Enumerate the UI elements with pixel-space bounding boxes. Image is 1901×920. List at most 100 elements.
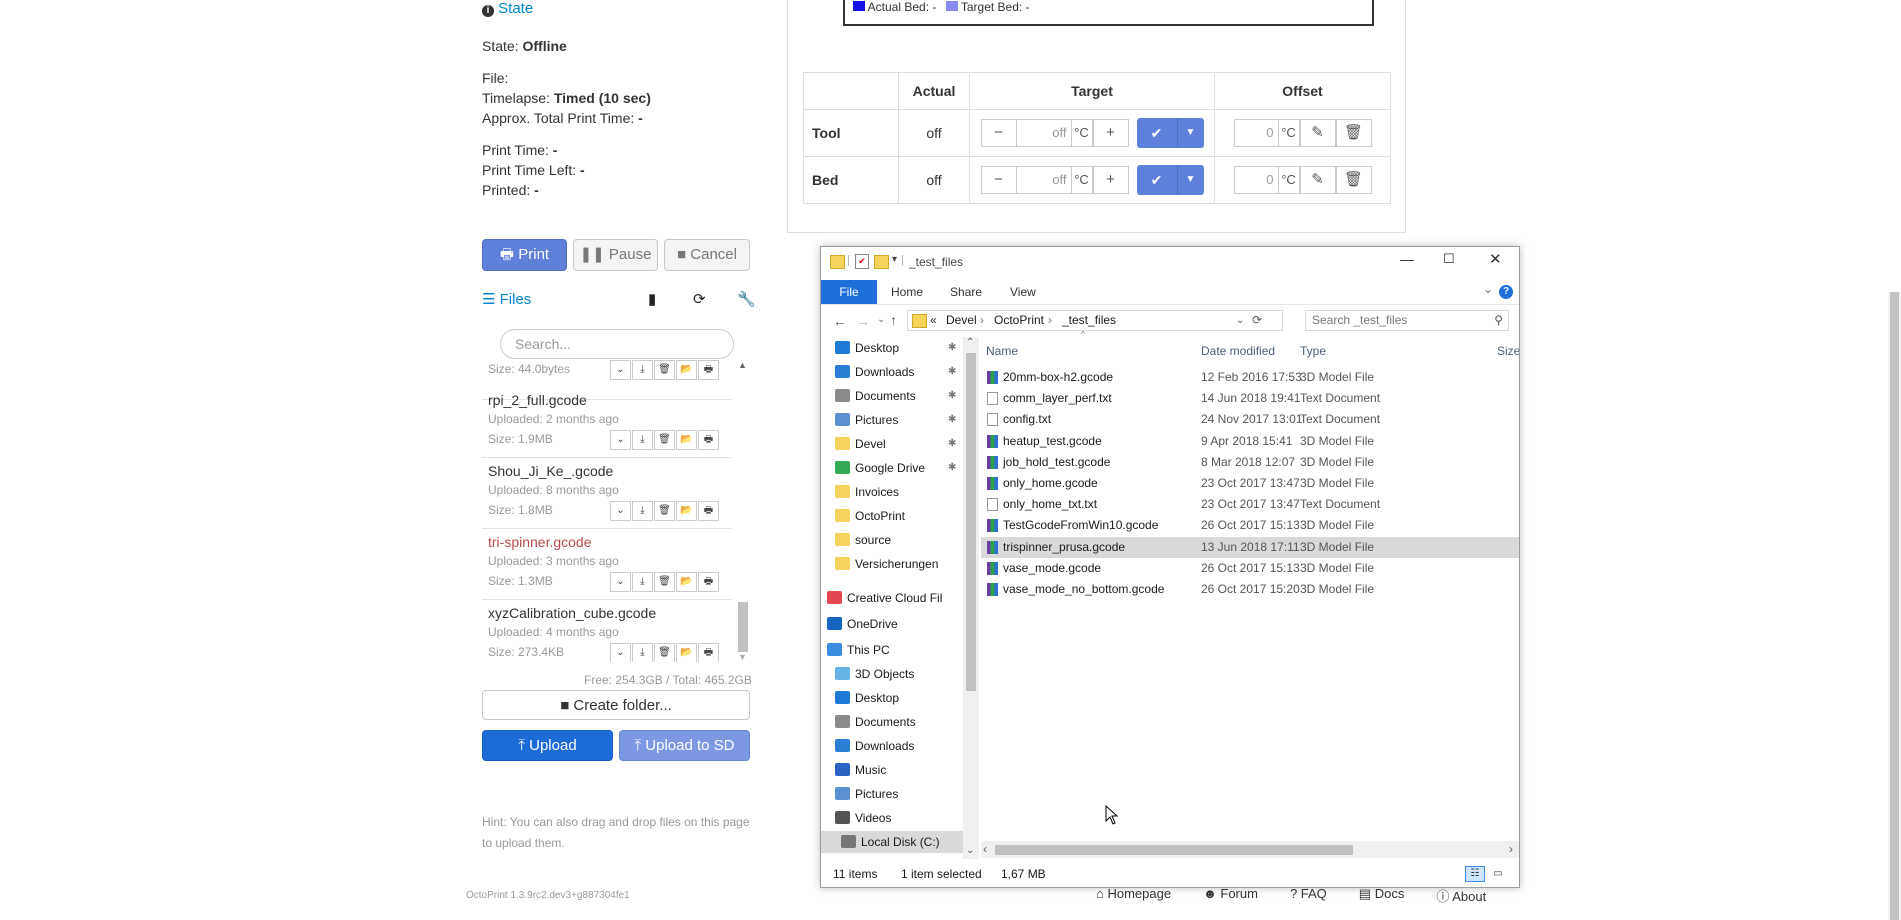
back-arrow-icon[interactable]: ← <box>833 313 847 329</box>
chevron-down-icon[interactable]: ⌄ <box>610 572 631 592</box>
tab-file[interactable]: File <box>821 280 877 304</box>
file-row[interactable]: 20mm-box-h2.gcode 12 Feb 2016 17:53 3D Mod… <box>981 367 1519 388</box>
scroll-thumb[interactable] <box>995 845 1353 855</box>
print-icon[interactable]: 🖶 <box>698 430 719 450</box>
new-folder-icon[interactable] <box>874 255 889 269</box>
download-icon[interactable]: ⤓ <box>632 643 653 662</box>
chevron-down-icon[interactable]: ⌄ <box>610 430 631 450</box>
scroll-left-icon[interactable]: ‹ <box>983 842 987 856</box>
file-row[interactable]: trispinner_prusa.gcode 13 Jun 2018 17:11 3… <box>981 536 1519 558</box>
folder-open-icon[interactable]: 📂 <box>676 501 697 521</box>
trash-icon[interactable]: 🗑 <box>1335 119 1372 147</box>
folder-open-icon[interactable]: 📂 <box>676 360 697 380</box>
tab-share[interactable]: Share <box>950 280 982 304</box>
files-accordion-toggle[interactable]: ☰ Files <box>482 290 531 308</box>
file-row[interactable]: job_hold_test.gcode 8 Mar 2018 12:07 3D Mo… <box>981 452 1519 473</box>
download-icon[interactable]: ⤓ <box>632 430 653 450</box>
details-view-icon[interactable]: ☷ <box>1465 866 1485 882</box>
nav-item-desktop[interactable]: Desktop ✱ <box>821 337 963 359</box>
column-name[interactable]: Name <box>986 337 1018 365</box>
file-row[interactable]: vase_mode.gcode 26 Oct 2017 15:13 3D Model… <box>981 558 1519 579</box>
nav-item-downloads[interactable]: Downloads ✱ <box>821 361 963 383</box>
scroll-thumb[interactable] <box>1890 292 1899 920</box>
nav-item-google-drive[interactable]: Google Drive ✱ <box>821 457 963 479</box>
quick-access-dropdown-icon[interactable]: ▾ <box>892 254 897 265</box>
nav-item-pictures[interactable]: Pictures <box>821 783 963 805</box>
chevron-down-icon[interactable]: ⌄ <box>610 501 631 521</box>
bed-offset-input[interactable]: 0 <box>1233 166 1278 194</box>
cancel-button[interactable]: ■ Cancel <box>664 239 750 271</box>
recent-locations-icon[interactable]: ⌄ <box>877 314 885 325</box>
trash-icon[interactable]: 🗑 <box>654 501 675 521</box>
download-icon[interactable]: ⤓ <box>632 501 653 521</box>
nav-item-documents[interactable]: Documents <box>821 711 963 733</box>
chevron-down-icon[interactable]: ⌄ <box>610 360 631 380</box>
page-scrollbar[interactable] <box>1888 292 1901 920</box>
nav-item-3d-objects[interactable]: 3D Objects <box>821 663 963 685</box>
tab-view[interactable]: View <box>1010 280 1036 304</box>
footer-homepage[interactable]: ⌂ Homepage <box>1096 886 1187 905</box>
print-button[interactable]: 🖶 Print <box>482 239 567 271</box>
print-icon[interactable]: 🖶 <box>698 501 719 521</box>
file-list-scrollbar[interactable]: ▲ ▼ <box>738 358 748 662</box>
file-row[interactable]: comm_layer_perf.txt 14 Jun 2018 19:41 Text… <box>981 388 1519 409</box>
nav-item-source[interactable]: source <box>821 529 963 551</box>
scroll-thumb[interactable] <box>738 602 748 652</box>
plus-icon[interactable]: + <box>1092 166 1129 194</box>
print-icon[interactable]: 🖶 <box>698 572 719 592</box>
file-row[interactable]: heatup_test.gcode 9 Apr 2018 15:41 3D Mode… <box>981 431 1519 452</box>
footer-forum[interactable]: ☻ Forum <box>1203 886 1274 905</box>
column-type[interactable]: Type <box>1300 337 1326 365</box>
scroll-down-icon[interactable]: ▼ <box>738 652 747 662</box>
forward-arrow-icon[interactable]: → <box>856 313 870 329</box>
minus-icon[interactable]: − <box>980 166 1017 194</box>
scroll-thumb[interactable] <box>966 353 976 691</box>
nav-item-devel[interactable]: Devel ✱ <box>821 433 963 455</box>
print-icon[interactable]: 🖶 <box>698 643 719 662</box>
nav-item-desktop[interactable]: Desktop <box>821 687 963 709</box>
navigation-pane-scrollbar[interactable]: ⌃ ⌄ <box>963 337 979 859</box>
ribbon-expand-icon[interactable]: ⌄ <box>1483 282 1493 296</box>
files-search-input[interactable]: Search... <box>500 329 734 359</box>
file-explorer-window[interactable]: | ✔ ▾ | _test_files — ☐ ✕ File Home Shar… <box>820 246 1520 888</box>
list-item[interactable]: Shou_Ji_Ke_.gcode Uploaded: 8 months ago… <box>482 457 732 529</box>
new-file-icon[interactable]: ▮ <box>648 290 656 308</box>
nav-item-versicherungen[interactable]: Versicherungen <box>821 553 963 575</box>
help-icon[interactable]: ? <box>1499 285 1513 299</box>
properties-icon[interactable]: ✔ <box>855 254 869 269</box>
nav-item-music[interactable]: Music <box>821 759 963 781</box>
nav-item-local-disk-c[interactable]: Local Disk (C:) <box>821 831 963 853</box>
tool-target-input[interactable]: off <box>1016 119 1071 147</box>
file-list-horizontal-scrollbar[interactable]: ‹ › <box>981 841 1519 858</box>
pencil-icon[interactable]: ✎ <box>1299 166 1336 194</box>
minus-icon[interactable]: − <box>980 119 1017 147</box>
scroll-up-icon[interactable]: ▲ <box>738 360 747 370</box>
breadcrumb-devel[interactable]: Devel <box>946 311 977 330</box>
scroll-right-icon[interactable]: › <box>1509 842 1513 856</box>
pencil-icon[interactable]: ✎ <box>1299 119 1336 147</box>
create-folder-button[interactable]: ■ Create folder... <box>482 690 750 720</box>
list-item[interactable]: xyzCalibration_cube.gcode Uploaded: 4 mo… <box>482 599 732 662</box>
refresh-icon[interactable]: ⟳ <box>1252 311 1262 330</box>
scroll-down-icon[interactable]: ⌄ <box>966 845 974 856</box>
breadcrumb-overflow[interactable]: « <box>930 311 937 330</box>
nav-item-creative-cloud-fil[interactable]: Creative Cloud Fil <box>821 587 963 609</box>
caret-down-icon[interactable]: ▼ <box>1176 165 1204 195</box>
bed-target-input[interactable]: off <box>1016 166 1071 194</box>
maximize-button[interactable]: ☐ <box>1443 251 1455 267</box>
file-row[interactable]: TestGcodeFromWin10.gcode 26 Oct 2017 15:1… <box>981 515 1519 536</box>
folder-open-icon[interactable]: 📂 <box>676 430 697 450</box>
footer-docs[interactable]: ▤ Docs <box>1359 886 1421 905</box>
nav-item-documents[interactable]: Documents ✱ <box>821 385 963 407</box>
pause-button[interactable]: ❚❚ Pause <box>573 239 658 271</box>
breadcrumb-test-files[interactable]: _test_files <box>1062 311 1116 330</box>
scroll-up-icon[interactable]: ⌃ <box>966 337 974 348</box>
download-icon[interactable]: ⤓ <box>632 572 653 592</box>
nav-item-downloads[interactable]: Downloads <box>821 735 963 757</box>
explorer-titlebar[interactable]: | ✔ ▾ | _test_files — ☐ ✕ <box>821 247 1519 277</box>
nav-item-this-pc[interactable]: This PC <box>821 639 963 661</box>
wrench-icon[interactable]: 🔧 <box>737 290 756 308</box>
up-arrow-icon[interactable]: ↑ <box>890 312 897 328</box>
large-icons-view-icon[interactable]: ▭ <box>1489 866 1507 882</box>
chevron-down-icon[interactable]: ⌄ <box>610 643 631 662</box>
